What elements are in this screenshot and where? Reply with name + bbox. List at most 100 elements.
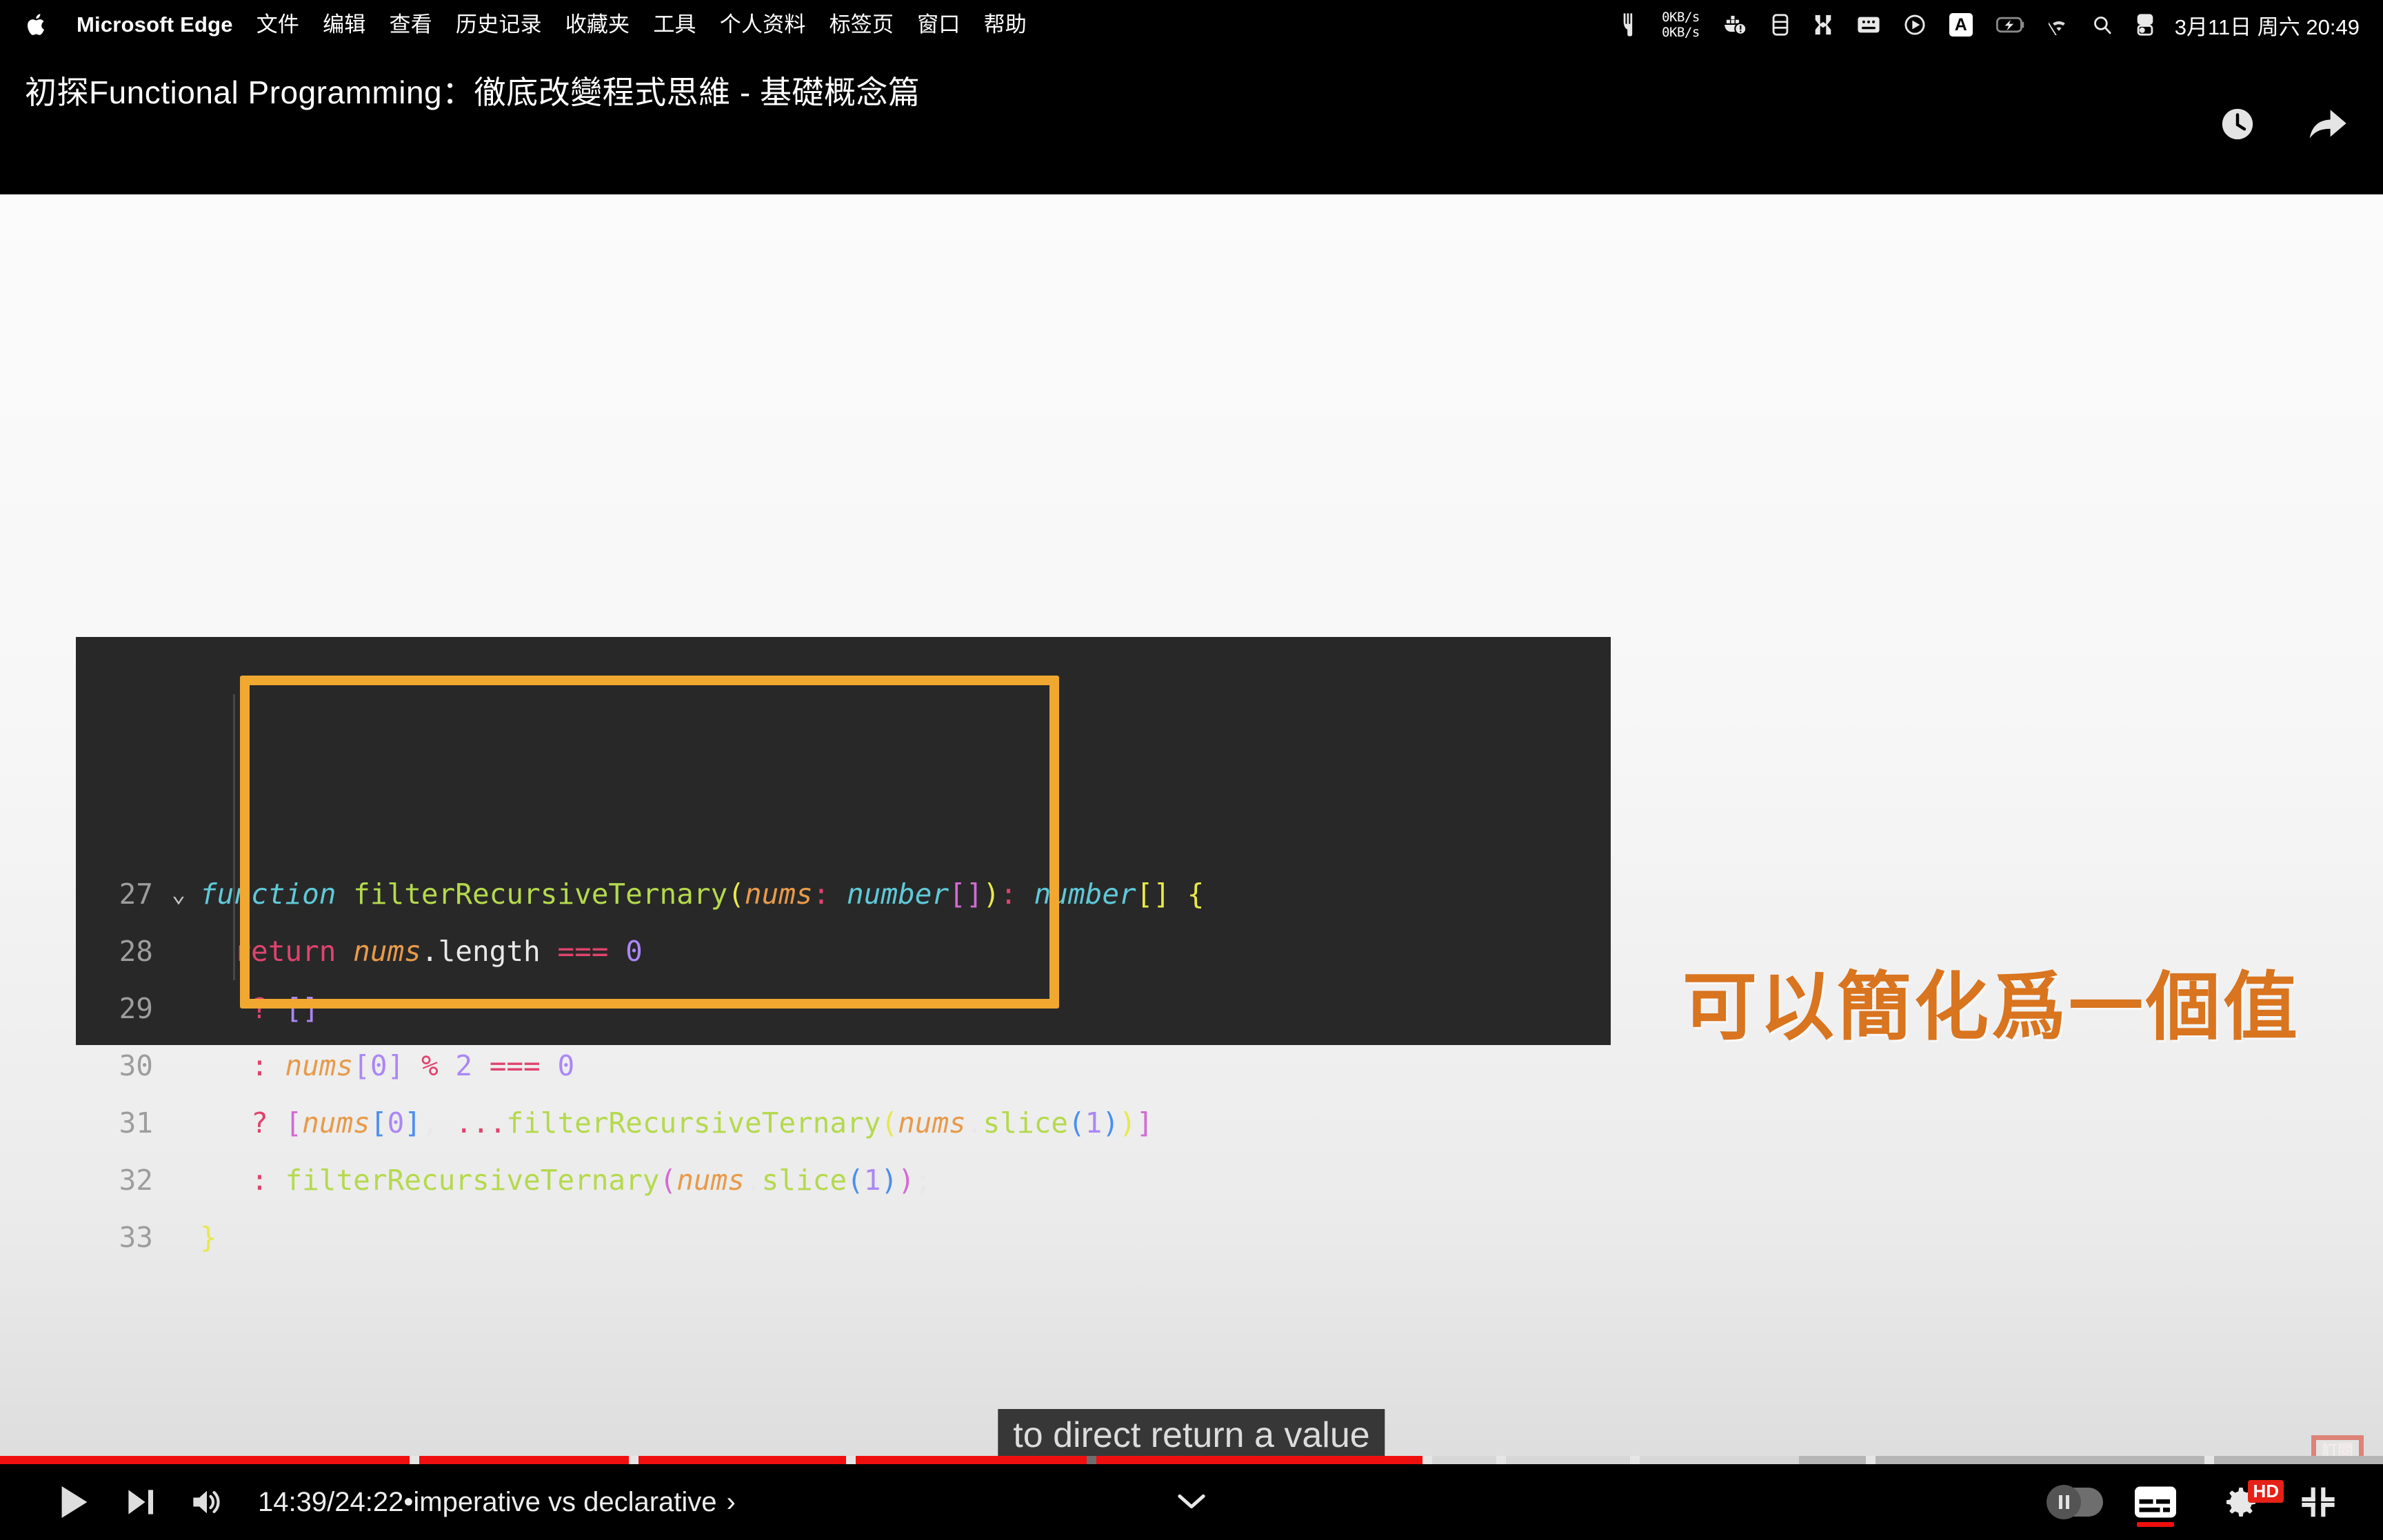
menu-item-7[interactable]: 标签页: [818, 0, 906, 50]
chapter-played-fill: [419, 1456, 630, 1464]
menu-item-3[interactable]: 历史记录: [444, 0, 554, 50]
code-token: .: [744, 1164, 762, 1197]
expand-chapters-button[interactable]: [1158, 1464, 1225, 1540]
share-button[interactable]: [2306, 103, 2349, 145]
playback-icon[interactable]: [1904, 0, 1926, 50]
chapter-segment[interactable]: [2213, 1456, 2383, 1464]
network-speed-icon[interactable]: 0KB/s 0KB/s: [1662, 0, 1700, 50]
next-video-button[interactable]: [108, 1469, 174, 1535]
chapter-segment[interactable]: [1432, 1456, 1497, 1464]
settings-button[interactable]: HD: [2197, 1469, 2285, 1535]
menu-item-6[interactable]: 个人资料: [708, 0, 818, 50]
chapter-segment[interactable]: [1096, 1456, 1423, 1464]
player-top-actions: [2216, 103, 2349, 145]
code-token: [: [370, 1106, 388, 1139]
autoplay-toggle[interactable]: [2038, 1469, 2114, 1535]
chapter-segment[interactable]: [855, 1456, 1087, 1464]
input-source-icon[interactable]: A: [1949, 0, 1973, 50]
code-line: 33}: [76, 1209, 1611, 1266]
code-token: :: [812, 878, 830, 911]
shortcuts-icon[interactable]: [1813, 0, 1833, 50]
chapter-separator: •: [403, 1486, 414, 1517]
wifi-off-icon[interactable]: [2048, 0, 2069, 50]
apple-logo-icon[interactable]: [22, 10, 52, 40]
slide-canvas: 27 ⌄ function filterRecursiveTernary(nums:…: [0, 194, 2383, 1540]
menu-item-9[interactable]: 帮助: [972, 0, 1038, 50]
code-token: 1: [863, 1164, 881, 1197]
code-token: ...: [455, 1106, 507, 1139]
current-time: 14:39: [258, 1486, 328, 1517]
chapter-played-fill: [0, 1456, 410, 1464]
chapter-segment[interactable]: [419, 1456, 630, 1464]
chapter-segment[interactable]: [639, 1456, 846, 1464]
code-token: ;: [914, 1164, 932, 1197]
code-token: 1: [1085, 1106, 1103, 1139]
code-token: .: [421, 935, 439, 968]
chevron-down-icon[interactable]: ⌄: [157, 866, 200, 923]
menu-item-0[interactable]: 文件: [245, 0, 311, 50]
chapter-segment[interactable]: [0, 1456, 410, 1464]
battery-detail-icon[interactable]: [1771, 0, 1789, 50]
code-token: ): [881, 1164, 898, 1197]
autoplay-toggle-track: [2047, 1485, 2103, 1519]
menu-item-8[interactable]: 窗口: [905, 0, 972, 50]
code-token: ): [1102, 1106, 1120, 1139]
menu-app-name[interactable]: Microsoft Edge: [65, 0, 245, 50]
code-line-content: }: [200, 1209, 1611, 1266]
menu-item-4[interactable]: 收藏夹: [554, 0, 642, 50]
subtitles-button[interactable]: [2114, 1469, 2197, 1535]
code-token: 0: [370, 1049, 388, 1082]
chapter-loaded-fill: [1639, 1456, 1800, 1464]
chapter-segment[interactable]: [1639, 1456, 1867, 1464]
code-line-content: ? [nums[0], ...filterRecursiveTernary(nu…: [200, 1095, 1611, 1152]
progress-bar[interactable]: [0, 1443, 2383, 1464]
code-token: ]: [404, 1106, 421, 1139]
exit-fullscreen-button[interactable]: [2285, 1469, 2351, 1535]
volume-button[interactable]: [174, 1469, 240, 1535]
code-token: function: [200, 878, 336, 911]
chapter-title[interactable]: imperative vs declarative: [413, 1487, 716, 1518]
video-title[interactable]: 初探Functional Programming：徹底改變程式思維 - 基礎概念…: [25, 68, 920, 113]
code-token: ?: [251, 1106, 268, 1139]
code-token: (: [1067, 1106, 1085, 1139]
watch-later-button[interactable]: [2216, 103, 2259, 145]
battery-charging-icon[interactable]: [1995, 0, 2025, 50]
control-center-icon[interactable]: [2135, 0, 2155, 50]
menu-item-2[interactable]: 查看: [378, 0, 444, 50]
cat-monitor-icon[interactable]: [1620, 0, 1638, 50]
menu-bar-status-group: 0KB/s 0KB/s A 3月11日 周六 20:49: [1609, 0, 2383, 50]
code-token: nums: [744, 878, 813, 911]
chapter-chevron-icon[interactable]: ›: [727, 1487, 736, 1518]
code-token: {: [1187, 878, 1205, 911]
chapter-loaded-fill: [1432, 1456, 1497, 1464]
menu-item-5[interactable]: 工具: [641, 0, 707, 50]
docker-alert-icon[interactable]: [1723, 0, 1748, 50]
code-token: filterRecursiveTernary: [285, 1164, 660, 1197]
chapter-segment[interactable]: [1875, 1456, 2204, 1464]
net-up-speed: 0KB/s: [1662, 10, 1700, 25]
code-token: %: [421, 1049, 439, 1082]
code-token: [: [353, 1049, 370, 1082]
chapter-segment[interactable]: [1506, 1456, 1630, 1464]
spotlight-search-icon[interactable]: [2093, 0, 2112, 50]
menu-bar-clock[interactable]: 3月11日 周六 20:49: [2175, 10, 2364, 41]
code-token: (: [881, 1106, 898, 1139]
play-button[interactable]: [41, 1469, 108, 1535]
keyboard-icon[interactable]: [1857, 0, 1880, 50]
code-token: return: [234, 935, 336, 968]
code-token: number: [847, 878, 949, 911]
menu-item-1[interactable]: 编辑: [311, 0, 377, 50]
code-line-number: 33: [119, 1221, 153, 1254]
chapter-played-fill: [639, 1456, 846, 1464]
